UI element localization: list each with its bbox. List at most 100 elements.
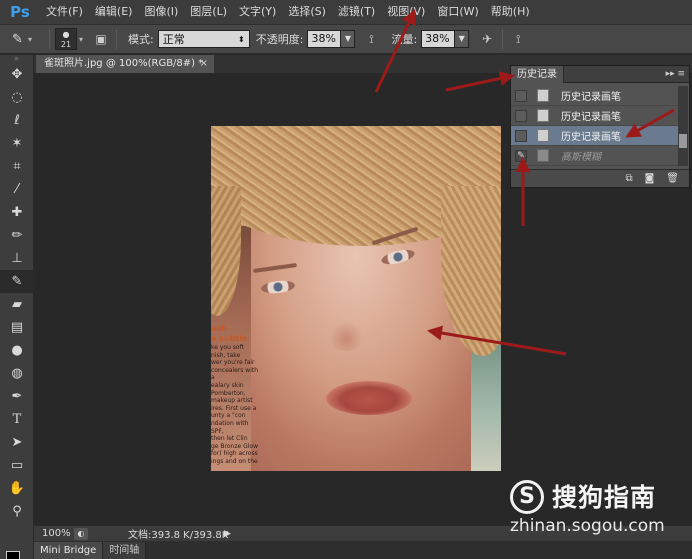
move-tool-icon[interactable]: ✥ xyxy=(0,63,34,86)
photo-right-eye xyxy=(380,247,416,267)
path-selection-tool-icon[interactable]: ➤ xyxy=(0,431,34,454)
close-icon[interactable]: × xyxy=(200,55,208,73)
eyedropper-tool-icon[interactable]: ⁄ xyxy=(0,178,34,201)
pen-tool-icon[interactable]: ✒ xyxy=(0,385,34,408)
pressure-size-toggle[interactable]: ⟟ xyxy=(508,29,528,49)
menu-view[interactable]: 视图(V) xyxy=(381,0,431,24)
brush-tool-icon[interactable]: ✏ xyxy=(0,224,34,247)
magazine-line: ealary skin xyxy=(211,381,244,389)
brush-panel-icon: ▣ xyxy=(95,32,107,46)
tab-timeline[interactable]: 时间轴 xyxy=(103,542,147,559)
menu-type[interactable]: 文字(Y) xyxy=(233,0,282,24)
eraser-tool-icon[interactable]: ▰ xyxy=(0,293,34,316)
toolbox-grip-icon[interactable]: » xyxy=(0,55,33,63)
history-panel-footer: ⧉ ◙ 🗑 xyxy=(511,169,689,187)
history-brush-source-icon[interactable]: ✎ xyxy=(515,149,527,162)
menu-window[interactable]: 窗口(W) xyxy=(431,0,484,24)
photo-nose xyxy=(329,321,363,351)
flow-input[interactable]: 38% xyxy=(421,30,456,48)
divider xyxy=(49,29,50,49)
airbrush-toggle[interactable]: ✈ xyxy=(477,29,497,49)
brush-picker[interactable]: ● 21 ▾ xyxy=(55,24,83,54)
zoom-level[interactable]: 100% xyxy=(34,528,74,539)
history-item-label: 历史记录画笔 xyxy=(561,92,621,103)
clone-stamp-tool-icon[interactable]: ⊥ xyxy=(0,247,34,270)
history-scrollbar[interactable] xyxy=(678,86,688,166)
history-state-icon xyxy=(537,109,549,122)
history-source-checkbox[interactable] xyxy=(515,89,527,102)
magic-wand-tool-icon[interactable]: ✶ xyxy=(0,132,34,155)
magazine-line: wer you're fair xyxy=(211,359,255,367)
scrollbar-thumb[interactable] xyxy=(679,134,687,148)
foreground-color-swatch[interactable] xyxy=(6,551,20,559)
magazine-line: then let Clin xyxy=(211,435,248,443)
history-item-label: 历史记录画笔 xyxy=(561,132,621,143)
blur-tool-icon[interactable]: ● xyxy=(0,339,34,362)
gradient-tool-icon[interactable]: ▤ xyxy=(0,316,34,339)
history-brush-icon: ✎ xyxy=(12,31,23,47)
lasso-tool-icon[interactable]: ℓ xyxy=(0,109,34,132)
brush-preset-box[interactable]: ● 21 xyxy=(55,28,77,50)
mode-label: 模式: xyxy=(128,33,154,46)
magazine-line: nish, take xyxy=(211,351,241,359)
magazine-line: Pomberton, xyxy=(211,389,246,397)
magazine-line: concealers with a xyxy=(211,366,259,382)
menu-select[interactable]: 选择(S) xyxy=(282,0,332,24)
color-swatches[interactable] xyxy=(6,551,28,559)
brush-panel-toggle[interactable]: ▣ xyxy=(91,29,111,49)
freckle-photo[interactable]: ash a subtle ke you soft nish, take wer … xyxy=(211,126,501,471)
pressure-pen-icon: ⟟ xyxy=(369,31,374,46)
crop-tool-icon[interactable]: ⌗ xyxy=(0,155,34,178)
history-list: 历史记录画笔 历史记录画笔 历史记录画笔 ✎ 高斯模糊 xyxy=(511,86,679,166)
opacity-dropdown-arrow[interactable]: ▼ xyxy=(341,30,356,48)
menu-help[interactable]: 帮助(H) xyxy=(485,0,536,24)
history-state-icon xyxy=(537,89,549,102)
options-bar: ✎ ▾ ● 21 ▾ ▣ 模式: 正常 ⬍ 不透明度: 38% ▼ ⟟ 流量: … xyxy=(0,24,692,54)
history-source-checkbox[interactable] xyxy=(515,129,527,142)
menu-filter[interactable]: 滤镜(T) xyxy=(332,0,381,24)
magazine-line: ings and on the xyxy=(211,457,258,465)
mode-select[interactable]: 正常 ⬍ xyxy=(157,30,250,48)
history-item[interactable]: 历史记录画笔 xyxy=(511,106,679,126)
history-state-icon xyxy=(537,129,549,142)
hand-tool-icon[interactable]: ✋ xyxy=(0,477,34,500)
panel-menu-icon[interactable]: ▸▸ ≡ xyxy=(666,69,689,79)
menu-edit[interactable]: 编辑(E) xyxy=(89,0,139,24)
menu-layer[interactable]: 图层(L) xyxy=(184,0,233,24)
divider xyxy=(116,29,118,49)
history-item[interactable]: 历史记录画笔 xyxy=(511,86,679,106)
magazine-line: ires. First use a xyxy=(211,404,257,412)
document-tab-title: 雀斑照片.jpg @ 100%(RGB/8#) * xyxy=(44,58,204,69)
camera-snapshot-icon[interactable]: ◙ xyxy=(645,173,655,184)
shape-tool-icon[interactable]: ▭ xyxy=(0,454,34,477)
history-state-icon xyxy=(537,149,549,162)
opacity-control[interactable]: 38% ▼ xyxy=(307,24,356,54)
pressure-opacity-toggle[interactable]: ⟟ xyxy=(361,29,381,49)
flow-control[interactable]: 38% ▼ xyxy=(421,24,470,54)
magazine-line: makeup artist xyxy=(211,397,253,405)
status-info-icon[interactable]: ◐ xyxy=(74,527,88,540)
type-tool-icon[interactable]: T xyxy=(0,408,34,431)
brush-dot-icon: ● xyxy=(62,30,70,39)
tab-mini-bridge[interactable]: Mini Bridge xyxy=(34,542,104,559)
flow-dropdown-arrow[interactable]: ▼ xyxy=(455,30,470,48)
document-tab[interactable]: 雀斑照片.jpg @ 100%(RGB/8#) * × xyxy=(36,55,214,73)
history-panel-tab[interactable]: 历史记录 xyxy=(511,65,564,83)
tool-preset-picker[interactable]: ✎ ▾ xyxy=(0,24,44,54)
history-brush-tool-icon[interactable]: ✎ xyxy=(0,270,34,293)
status-menu-arrow-icon[interactable]: ▶ xyxy=(224,529,238,539)
menu-image[interactable]: 图像(I) xyxy=(138,0,184,24)
chevron-down-icon: ▾ xyxy=(79,34,84,44)
menu-file[interactable]: 文件(F) xyxy=(40,0,89,24)
marquee-tool-icon[interactable]: ◌ xyxy=(0,86,34,109)
new-document-from-state-icon[interactable]: ⧉ xyxy=(625,173,632,184)
dodge-tool-icon[interactable]: ◍ xyxy=(0,362,34,385)
zoom-tool-icon[interactable]: ⚲ xyxy=(0,500,34,523)
history-item-dimmed[interactable]: ✎ 高斯模糊 xyxy=(511,146,679,166)
history-source-checkbox[interactable] xyxy=(515,109,527,122)
healing-brush-tool-icon[interactable]: ✚ xyxy=(0,201,34,224)
updown-icon: ⬍ xyxy=(238,34,245,44)
history-item-selected[interactable]: 历史记录画笔 xyxy=(511,126,679,146)
trash-icon[interactable]: 🗑 xyxy=(666,173,679,184)
opacity-input[interactable]: 38% xyxy=(307,30,342,48)
